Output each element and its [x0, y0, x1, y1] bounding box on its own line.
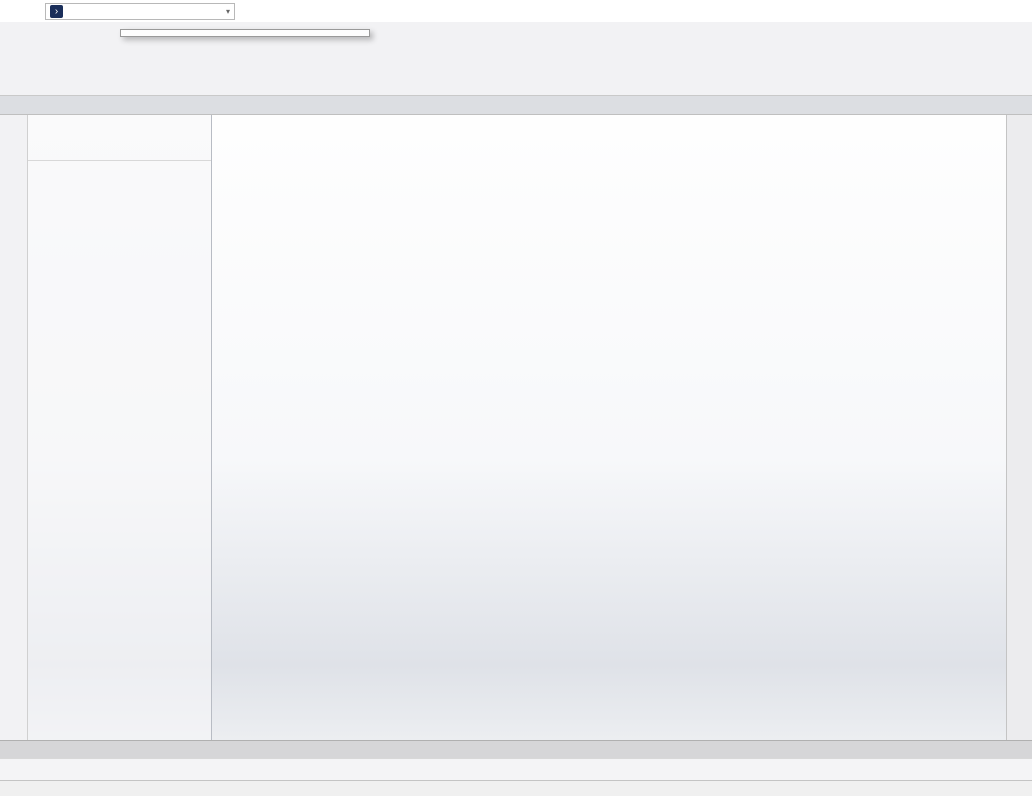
search-box[interactable]: › ▾: [45, 3, 235, 20]
tree-filter-row: [28, 139, 211, 161]
bottom-tab-bar: [0, 740, 1032, 758]
workspace: [0, 115, 1032, 740]
search-logo-icon: ›: [50, 5, 63, 18]
solidworks-window: › ▾: [0, 0, 1032, 796]
search-input[interactable]: [68, 5, 226, 17]
status-bar: [0, 780, 1032, 796]
left-toolbar: [0, 115, 28, 740]
ribbon-tab-row: [0, 96, 1032, 115]
search-caret-icon[interactable]: ▾: [226, 7, 230, 16]
selection-filter-toolbar: [0, 758, 1032, 780]
panel-tabs: [28, 115, 211, 139]
feature-tree: [28, 161, 211, 163]
task-pane: [1006, 115, 1032, 740]
title-bar: › ▾: [0, 0, 1032, 22]
file-menu: [120, 29, 370, 37]
featuremanager-panel: [28, 115, 212, 740]
